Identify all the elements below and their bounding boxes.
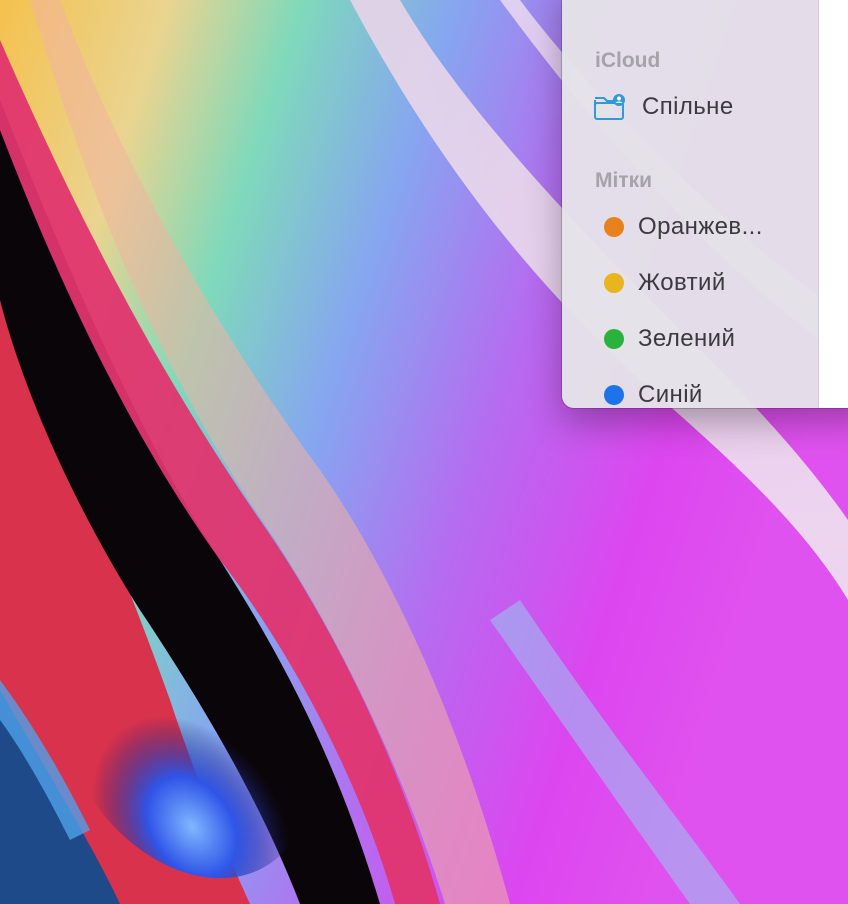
green-tag-dot-icon — [604, 329, 624, 349]
sidebar-item-label: Оранжев... — [638, 213, 763, 240]
sidebar-item-label: Зелений — [638, 325, 736, 352]
blue-tag-dot-icon — [604, 385, 624, 405]
orange-tag-dot-icon — [604, 217, 624, 237]
sidebar-item-shared[interactable]: Спільне — [592, 87, 808, 127]
sidebar-tag-yellow[interactable]: Жовтий — [592, 263, 808, 303]
sidebar-item-label: Жовтий — [638, 269, 726, 296]
sidebar-item-label: Спільне — [642, 93, 734, 120]
finder-sidebar: iCloud Спільне Мітки Оранжев... Жовтий З… — [562, 0, 819, 408]
finder-content-pane[interactable] — [819, 0, 848, 408]
tags-section-header: Мітки — [595, 169, 653, 192]
sidebar-item-label: Синій — [638, 381, 703, 408]
sidebar-tag-orange[interactable]: Оранжев... — [592, 207, 808, 247]
shared-folder-icon — [592, 92, 626, 122]
yellow-tag-dot-icon — [604, 273, 624, 293]
sidebar-tag-green[interactable]: Зелений — [592, 319, 808, 359]
finder-window: iCloud Спільне Мітки Оранжев... Жовтий З… — [562, 0, 848, 408]
icloud-section-header: iCloud — [595, 49, 661, 72]
sidebar-tag-blue[interactable]: Синій — [592, 375, 808, 408]
